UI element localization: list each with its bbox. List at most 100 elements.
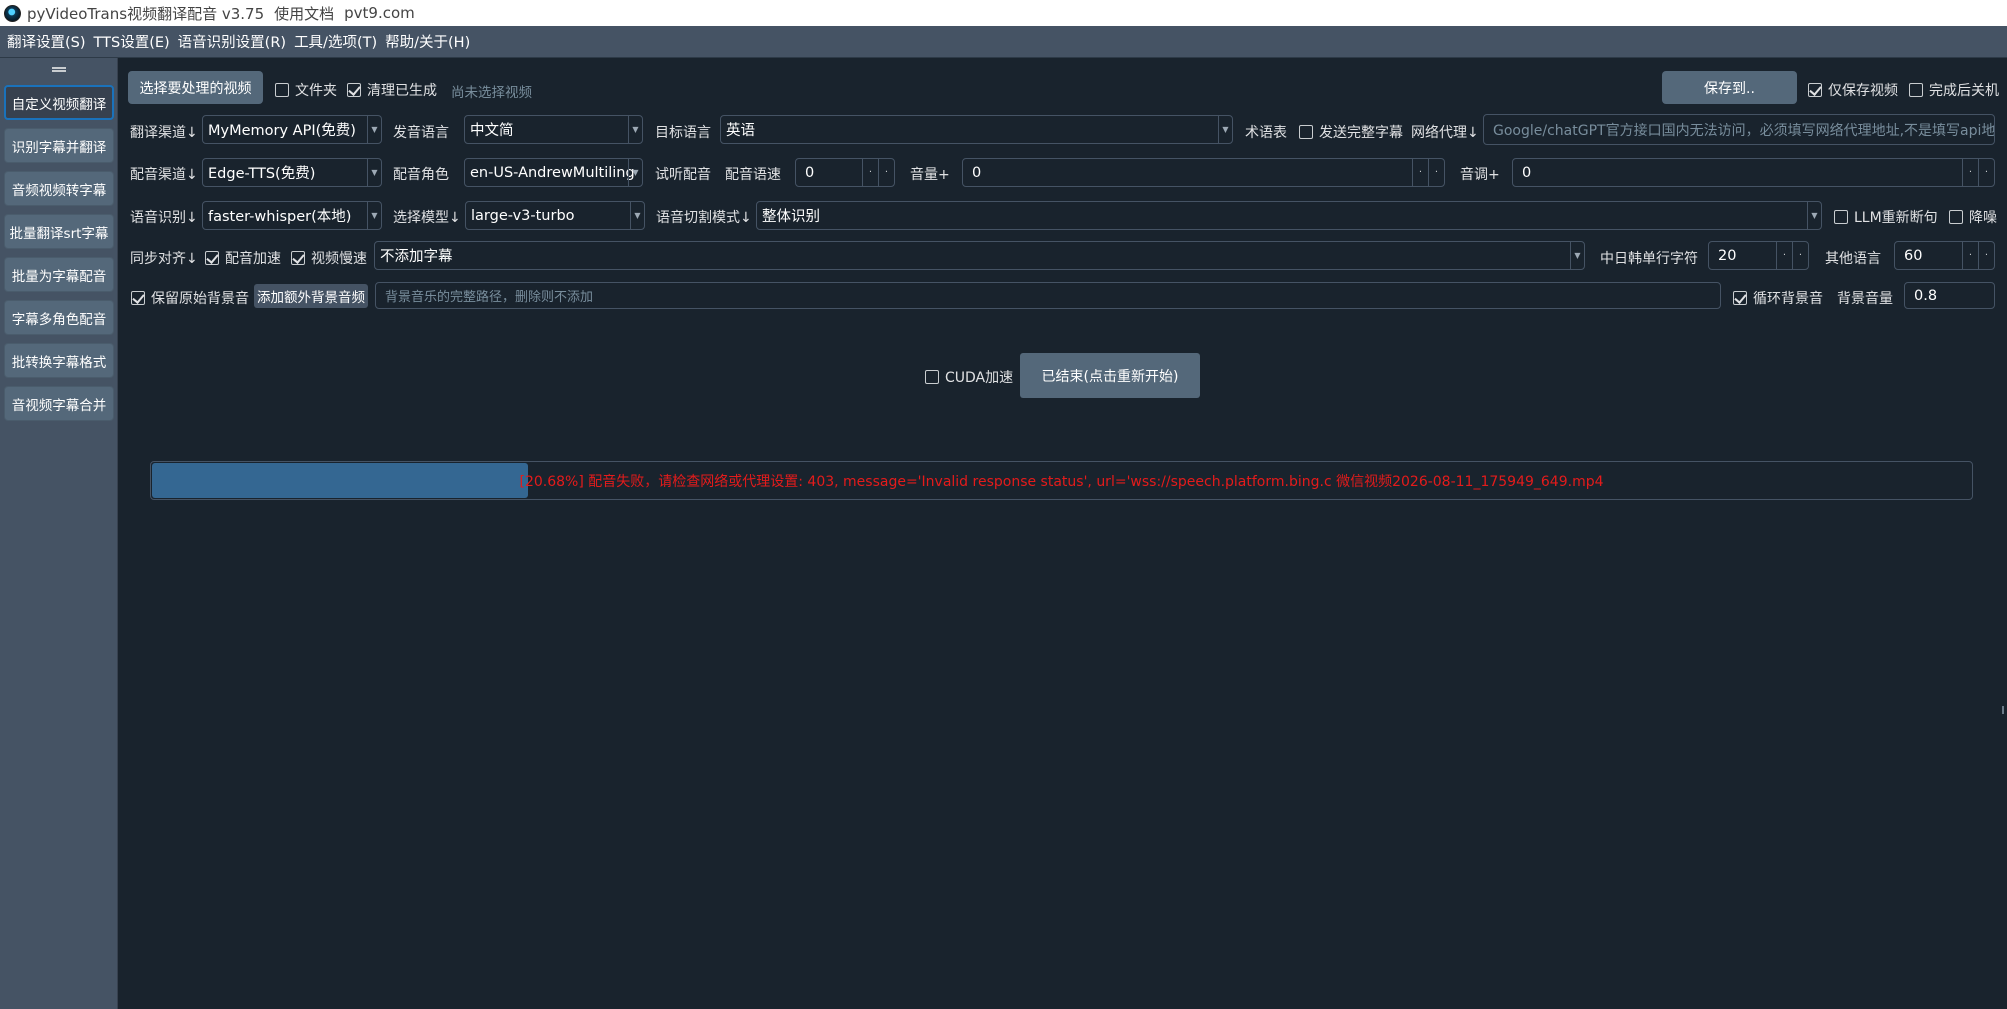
llm-resegment-checkbox[interactable]: LLM重新断句 [1834,207,1938,227]
video-slowdown-label: 视频慢速 [311,251,367,267]
subtitle-mode-select[interactable]: 不添加字幕 ▼ [374,241,1585,270]
send-full-subtitle-checkbox-box [1299,125,1313,139]
cuda-label: CUDA加速 [945,370,1014,386]
chevron-down-icon: ▼ [1807,202,1821,229]
chevron-down-icon: ▼ [1570,242,1584,269]
model-label: 选择模型↓ [393,210,461,226]
menu-tools[interactable]: 工具/选项(T) [291,31,382,52]
sidebar-item-custom-video-translate[interactable]: 自定义视频翻译 [4,85,114,120]
sidebar-item-batch-dub[interactable]: 批量为字幕配音 [4,257,114,292]
dub-channel-select[interactable]: Edge-TTS(免费) ▼ [202,158,382,187]
keep-bg-audio-label: 保留原始背景音 [151,291,249,307]
cuda-checkbox-box [925,370,939,384]
sidebar-item-batch-translate-srt[interactable]: 批量翻译srt字幕 [4,214,114,249]
translate-channel-select[interactable]: MyMemory API(免费) ▼ [202,115,382,144]
sidebar-item-av-to-subtitle[interactable]: 音频视频转字幕 [4,171,114,206]
bg-volume-input[interactable]: 0.8 [1904,282,1995,309]
volume-spinbox[interactable]: 0 · · [962,158,1445,187]
folder-checkbox-label: 文件夹 [295,83,337,99]
cjk-chars-label: 中日韩单行字符 [1600,251,1698,267]
sidebar-item-multi-role-dub[interactable]: 字幕多角色配音 [4,300,114,335]
shutdown-label: 完成后关机 [1929,83,1999,99]
drag-handle-icon[interactable] [52,67,66,72]
spin-up-icon[interactable]: · [1776,242,1792,269]
sync-label: 同步对齐↓ [130,251,198,267]
spin-up-icon[interactable]: · [862,159,878,186]
translate-channel-label: 翻译渠道↓ [130,125,198,141]
spin-down-icon[interactable]: · [1978,159,1994,186]
save-video-only-checkbox[interactable]: 仅保存视频 [1808,80,1898,100]
doc-link[interactable]: 使用文档 [274,3,334,24]
volume-value: 0 [972,164,982,181]
video-slowdown-checkbox[interactable]: 视频慢速 [291,248,367,268]
sidebar-item-merge-av-subtitle[interactable]: 音视频字幕合并 [4,386,114,421]
proxy-input[interactable]: Google/chatGPT官方接口国内无法访问，必须填写网络代理地址,不是填写… [1483,114,1995,145]
denoise-label: 降噪 [1969,210,1997,226]
folder-checkbox[interactable]: 文件夹 [275,80,337,100]
menu-bar: 翻译设置(S) TTS设置(E) 语音识别设置(R) 工具/选项(T) 帮助/关… [0,26,2007,58]
dub-channel-value: Edge-TTS(免费) [208,166,316,182]
spin-up-icon[interactable]: · [1412,159,1428,186]
pitch-spinbox[interactable]: 0 · · [1512,158,1995,187]
denoise-checkbox[interactable]: 降噪 [1949,207,1997,227]
selection-status: 尚未选择视频 [451,85,532,101]
target-language-value: 英语 [726,123,755,139]
chevron-down-icon: ▼ [1218,116,1232,143]
asr-value: faster-whisper(本地) [208,209,352,225]
select-video-button[interactable]: 选择要处理的视频 [128,71,263,104]
spin-down-icon[interactable]: · [1428,159,1444,186]
bg-volume-label: 背景音量 [1837,291,1893,307]
save-to-button[interactable]: 保存到.. [1662,71,1797,104]
keep-bg-audio-checkbox[interactable]: 保留原始背景音 [131,288,249,308]
shutdown-checkbox[interactable]: 完成后关机 [1909,80,1999,100]
menu-help[interactable]: 帮助/关于(H) [382,31,475,52]
voice-role-select[interactable]: en-US-AndrewMultiling ▼ [464,158,643,187]
target-language-select[interactable]: 英语 ▼ [720,115,1233,144]
spin-up-icon[interactable]: · [1962,159,1978,186]
source-language-select[interactable]: 中文简 ▼ [464,115,643,144]
subtitle-mode-value: 不添加字幕 [380,249,453,265]
dub-speedup-checkbox[interactable]: 配音加速 [205,248,281,268]
loop-bg-audio-checkbox[interactable]: 循环背景音 [1733,288,1823,308]
cjk-chars-spinbox[interactable]: 20 · · [1708,241,1809,270]
spin-down-icon[interactable]: · [878,159,894,186]
shutdown-checkbox-box [1909,83,1923,97]
sidebar-item-convert-subtitle-format[interactable]: 批转换字幕格式 [4,343,114,378]
start-button[interactable]: 已结束(点击重新开始) [1020,353,1200,398]
progress-message: [20.68%] 配音失败，请检查网络或代理设置: 403, message='… [519,473,1604,490]
chevron-down-icon: ▼ [367,116,381,143]
model-value: large-v3-turbo [471,207,575,224]
proxy-label: 网络代理↓ [1411,125,1479,141]
sidebar-item-recognize-translate[interactable]: 识别字幕并翻译 [4,128,114,163]
chevron-down-icon: ▼ [367,159,381,186]
send-full-subtitle-checkbox[interactable]: 发送完整字幕 [1299,122,1403,142]
spin-down-icon[interactable]: · [1792,242,1808,269]
pitch-value: 0 [1522,164,1532,181]
model-select[interactable]: large-v3-turbo ▼ [465,201,645,230]
bg-audio-path-input[interactable]: 背景音乐的完整路径，删除则不添加 [375,282,1721,309]
send-full-subtitle-label: 发送完整字幕 [1319,125,1403,141]
glossary-label[interactable]: 术语表 [1245,122,1287,142]
loop-bg-audio-label: 循环背景音 [1753,291,1823,307]
menu-asr-settings[interactable]: 语音识别设置(R) [175,31,291,52]
asr-select[interactable]: faster-whisper(本地) ▼ [202,201,382,230]
site-link[interactable]: pvt9.com [344,4,415,22]
dub-speedup-label: 配音加速 [225,251,281,267]
chevron-down-icon: ▼ [628,159,642,186]
split-mode-select[interactable]: 整体识别 ▼ [756,201,1822,230]
cuda-checkbox[interactable]: CUDA加速 [925,367,1013,387]
menu-translate-settings[interactable]: 翻译设置(S) [4,31,91,52]
add-bg-audio-button[interactable]: 添加额外背景音频 [254,284,368,308]
preview-dub-link[interactable]: 试听配音 [655,164,711,184]
spin-up-icon[interactable]: · [1962,242,1978,269]
app-logo-icon [4,4,21,22]
llm-resegment-checkbox-box [1834,210,1848,224]
target-language-label: 目标语言 [655,125,711,141]
speech-rate-spinbox[interactable]: 0 · · [795,158,895,187]
scrollbar-handle[interactable] [2002,706,2004,714]
volume-label: 音量+ [910,167,950,183]
other-lang-spinbox[interactable]: 60 · · [1894,241,1995,270]
clear-generated-checkbox[interactable]: 清理已生成 [347,80,437,100]
spin-down-icon[interactable]: · [1978,242,1994,269]
menu-tts-settings[interactable]: TTS设置(E) [91,31,175,52]
